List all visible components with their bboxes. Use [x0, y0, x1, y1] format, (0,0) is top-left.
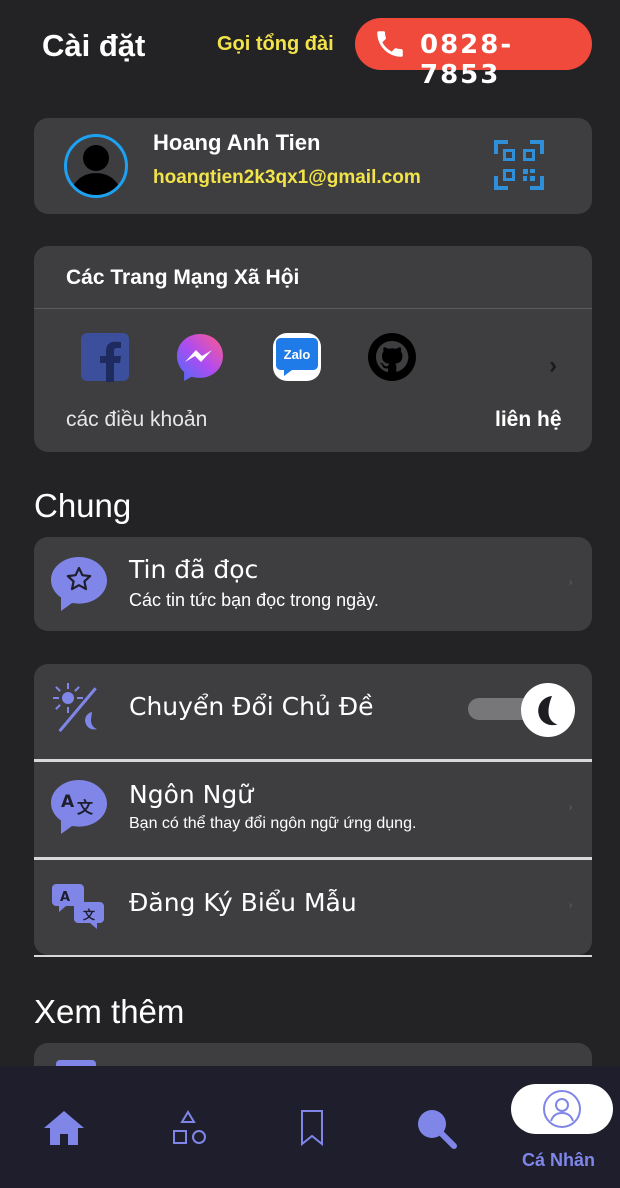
chevron-right-icon: › [569, 900, 573, 911]
language-subtitle: Bạn có thể thay đổi ngôn ngữ ứng dụng. [129, 815, 417, 832]
read-news-item[interactable]: Tin đã đọc Các tin tức bạn đọc trong ngà… [34, 537, 592, 631]
home-icon[interactable] [42, 1106, 86, 1150]
zalo-logo-text: Zalo [284, 347, 311, 362]
svg-text:A: A [60, 890, 70, 905]
moon-icon [538, 696, 558, 726]
theme-toggle-item[interactable]: Chuyển Đổi Chủ Đề [34, 664, 592, 759]
svg-text:A: A [61, 792, 75, 812]
separator [34, 955, 592, 957]
zalo-icon[interactable]: Zalo [272, 332, 322, 382]
user-email: hoangtien2k3qx1@gmail.com [153, 167, 421, 188]
chevron-right-icon: › [569, 802, 573, 813]
user-name: Hoang Anh Tien [153, 130, 321, 155]
divider [34, 308, 592, 309]
profile-card[interactable]: Hoang Anh Tien hoangtien2k3qx1@gmail.com [34, 118, 592, 214]
svg-text:文: 文 [77, 798, 94, 817]
social-title: Các Trang Mạng Xã Hội [66, 266, 300, 289]
chevron-right-icon[interactable]: › [549, 352, 557, 380]
messenger-icon[interactable] [175, 332, 225, 382]
profile-tab-label[interactable]: Cá Nhân [522, 1150, 595, 1171]
profile-icon [543, 1090, 581, 1128]
translate-chat-icon: A 文 [51, 780, 107, 834]
bookmark-icon[interactable] [290, 1106, 334, 1150]
hotline-number: 0828-7853 [420, 30, 514, 90]
shapes-icon[interactable] [167, 1106, 211, 1150]
chevron-right-icon: › [569, 577, 573, 588]
theme-title: Chuyển Đổi Chủ Đề [129, 692, 374, 721]
qr-code-icon[interactable] [494, 140, 544, 190]
read-news-title: Tin đã đọc [129, 555, 259, 584]
user-silhouette-icon [71, 145, 121, 195]
facebook-icon[interactable] [80, 332, 130, 382]
section-title-more: Xem thêm [34, 993, 185, 1030]
search-icon[interactable] [414, 1106, 458, 1150]
hotline-label: Gọi tổng đài [217, 33, 334, 55]
section-title-general: Chung [34, 487, 132, 524]
star-chat-icon [51, 557, 107, 611]
phone-icon [377, 31, 403, 57]
contact-link[interactable]: liên hệ [495, 408, 562, 432]
social-networks-card: Các Trang Mạng Xã Hội Zalo › các điều kh… [34, 246, 592, 452]
form-registration-item[interactable]: A 文 Đăng Ký Biểu Mẫu › [34, 860, 592, 955]
read-news-subtitle: Các tin tức bạn đọc trong ngày. [129, 590, 379, 610]
call-hotline-button[interactable]: 0828-7853 [355, 18, 592, 90]
form-title: Đăng Ký Biểu Mẫu [129, 888, 357, 917]
profile-tab[interactable] [511, 1084, 613, 1134]
language-item[interactable]: A 文 Ngôn Ngữ Bạn có thể thay đổi ngôn ng… [34, 762, 592, 857]
avatar[interactable] [64, 134, 128, 198]
page-title: Cài đặt [42, 28, 146, 63]
sun-moon-icon [53, 683, 97, 733]
bottom-navigation: Cá Nhân [0, 1066, 620, 1188]
translate-bubbles-icon: A 文 [52, 884, 104, 929]
svg-text:文: 文 [83, 907, 96, 922]
app-header: Cài đặt Gọi tổng đài 0828-7853 [0, 0, 620, 95]
terms-link[interactable]: các điều khoản [66, 408, 207, 432]
language-title: Ngôn Ngữ [129, 780, 254, 809]
theme-toggle-switch[interactable] [521, 683, 575, 737]
github-icon[interactable] [367, 332, 417, 382]
